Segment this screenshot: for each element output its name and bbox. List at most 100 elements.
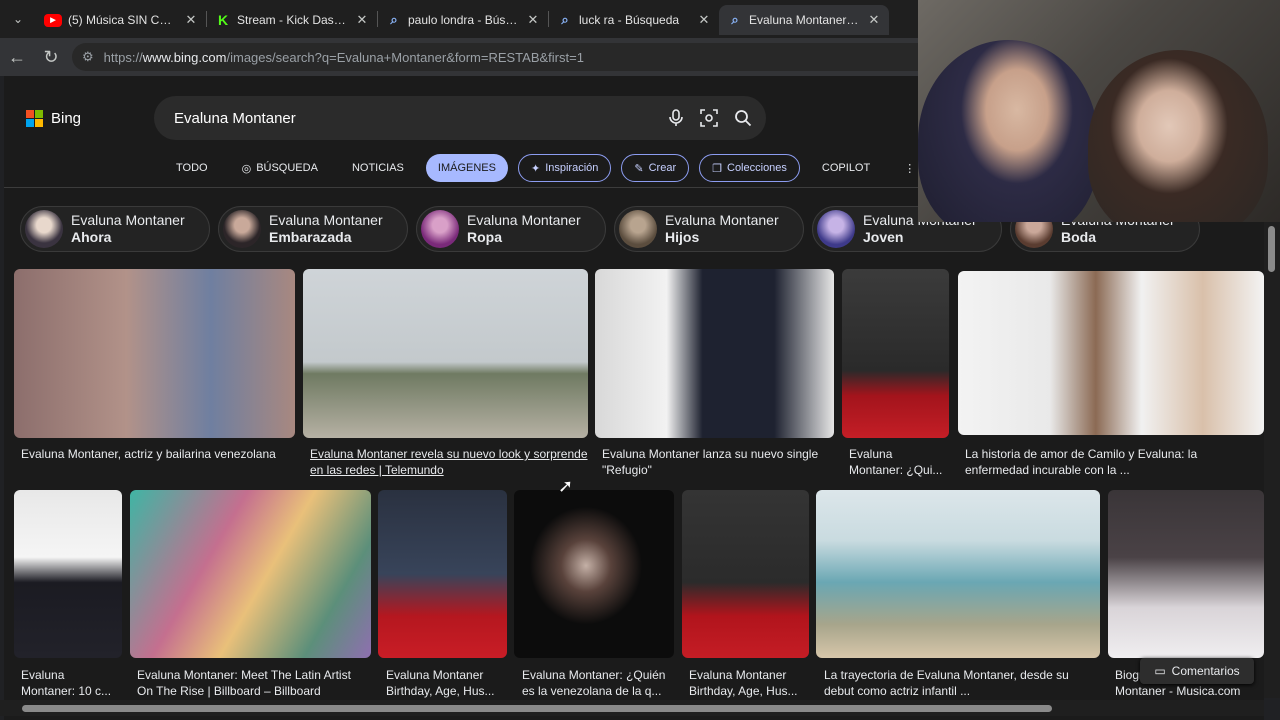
image-result[interactable]: [958, 271, 1264, 435]
chip-thumbnail: [619, 210, 657, 248]
back-button[interactable]: ←: [0, 40, 34, 74]
visual-search-icon[interactable]: [700, 109, 718, 127]
search-icon[interactable]: [734, 109, 752, 127]
image-caption[interactable]: Evaluna Montaner lanza su nuevo single "…: [602, 446, 832, 478]
copilot-search-icon: ◎: [241, 162, 252, 175]
image-result[interactable]: [816, 490, 1100, 658]
search-icon: ⌕: [731, 12, 739, 27]
mouse-cursor-icon: ➚: [558, 476, 574, 496]
image-result[interactable]: [682, 490, 809, 658]
search-input[interactable]: Evaluna Montaner: [154, 96, 766, 140]
image-caption[interactable]: Evaluna Montaner: 10 c...: [21, 667, 121, 699]
scope-all[interactable]: TODO: [164, 154, 220, 182]
arrow-left-icon: ←: [8, 46, 26, 67]
chip-line2: Hijos: [665, 229, 700, 245]
image-caption[interactable]: Evaluna Montaner, actriz y bailarina ven…: [21, 446, 296, 462]
image-result[interactable]: [130, 490, 371, 658]
search-icon: ⌕: [561, 12, 569, 27]
tab-title: Evaluna Montaner - Búsqueda: [749, 13, 861, 27]
chat-bubble-icon: ▭: [1154, 664, 1166, 678]
scope-label: NOTICIAS: [351, 162, 404, 174]
tab-title: luck ra - Búsqueda: [579, 13, 680, 27]
horizontal-scrollbar[interactable]: [0, 700, 1264, 716]
browser-tab[interactable]: ▶ (5) Música SIN Copyright ✕: [36, 5, 206, 35]
image-caption[interactable]: Evaluna Montaner Birthday, Age, Hus...: [689, 667, 809, 699]
inspiration-button[interactable]: ✦ Inspiración: [517, 154, 612, 182]
chip-line2: Embarazada: [269, 229, 352, 245]
kick-icon: K: [215, 12, 231, 28]
image-result[interactable]: [378, 490, 507, 658]
image-result[interactable]: [595, 269, 834, 438]
chip-thumbnail: [421, 210, 459, 248]
tab-title: paulo londra - Búsqueda: [408, 13, 520, 27]
scope-label: Crear: [648, 162, 677, 174]
close-icon[interactable]: ✕: [867, 12, 881, 28]
vertical-scrollbar[interactable]: [1264, 222, 1280, 698]
feedback-button[interactable]: ▭ Comentarios: [1140, 658, 1254, 684]
image-result[interactable]: [514, 490, 674, 658]
browser-tab[interactable]: ⌕ paulo londra - Búsqueda ✕: [378, 5, 548, 35]
image-result[interactable]: [842, 269, 949, 438]
image-caption[interactable]: Evaluna Montaner revela su nuevo look y …: [310, 446, 590, 478]
browser-tab[interactable]: ⌕ luck ra - Búsqueda ✕: [549, 5, 719, 35]
tab-title: (5) Música SIN Copyright: [68, 13, 178, 27]
chip-line1: Evaluna Montaner: [71, 212, 185, 228]
microsoft-logo-icon: [26, 110, 43, 127]
create-button[interactable]: ✎ Crear: [621, 154, 690, 182]
collections-icon: ❐: [712, 162, 722, 175]
logo-text: Bing: [51, 110, 82, 127]
image-caption[interactable]: Evaluna Montaner Birthday, Age, Hus...: [386, 667, 506, 699]
related-chip[interactable]: Evaluna Montaner Hijos: [614, 206, 804, 252]
scope-label: Inspiración: [545, 162, 599, 174]
related-chip[interactable]: Evaluna Montaner Ropa: [416, 206, 606, 252]
url-text: https://www.bing.com/images/search?q=Eva…: [104, 50, 584, 65]
collections-button[interactable]: ❐ Colecciones: [699, 154, 800, 182]
chip-thumbnail: [223, 210, 261, 248]
image-result[interactable]: [14, 269, 295, 438]
scope-label: BÚSQUEDA: [256, 162, 318, 174]
search-scopes: TODO ◎ BÚSQUEDA NOTICIAS IMÁGENES ✦ Inspir…: [164, 154, 941, 182]
image-result[interactable]: [14, 490, 122, 658]
person-left-image: [918, 40, 1098, 222]
webcam-overlay: [918, 0, 1280, 222]
close-icon[interactable]: ✕: [697, 12, 711, 28]
chip-line1: Evaluna Montaner: [467, 212, 581, 228]
scope-search[interactable]: ◎ BÚSQUEDA: [230, 154, 330, 182]
chip-line1: Evaluna Montaner: [269, 212, 383, 228]
scrollbar-thumb[interactable]: [1268, 226, 1275, 272]
scope-copilot[interactable]: COPILOT: [810, 154, 882, 182]
scope-images[interactable]: IMÁGENES: [425, 154, 508, 182]
scope-news[interactable]: NOTICIAS: [340, 154, 416, 182]
tab-search-button[interactable]: ⌄: [0, 0, 36, 38]
browser-tab[interactable]: K Stream - Kick Dashboard ✕: [207, 5, 377, 35]
person-right-image: [1088, 50, 1268, 222]
image-caption[interactable]: Evaluna Montaner: ¿Qui...: [849, 446, 949, 478]
site-info-icon[interactable]: ⚙: [82, 49, 94, 65]
image-caption[interactable]: La historia de amor de Camilo y Evaluna:…: [965, 446, 1255, 478]
feedback-label: Comentarios: [1171, 664, 1240, 678]
image-caption[interactable]: Evaluna Montaner: ¿Quién es la venezolan…: [522, 667, 672, 699]
chip-line2: Ahora: [71, 229, 112, 245]
chevron-down-icon: ⌄: [12, 12, 24, 26]
bing-logo[interactable]: Bing: [26, 110, 81, 127]
image-caption[interactable]: Evaluna Montaner: Meet The Latin Artist …: [137, 667, 369, 699]
related-chip[interactable]: Evaluna Montaner Embarazada: [218, 206, 408, 252]
chip-line2: Boda: [1061, 229, 1096, 245]
scrollbar-thumb[interactable]: [22, 705, 1052, 712]
scope-label: TODO: [176, 162, 208, 174]
browser-tab-active[interactable]: ⌕ Evaluna Montaner - Búsqueda ✕: [719, 5, 889, 35]
chip-thumbnail: [817, 210, 855, 248]
image-caption[interactable]: La trayectoria de Evaluna Montaner, desd…: [824, 667, 1094, 699]
close-icon[interactable]: ✕: [355, 12, 369, 28]
close-icon[interactable]: ✕: [526, 12, 540, 28]
chip-thumbnail: [25, 210, 63, 248]
related-chip[interactable]: Evaluna Montaner Ahora: [20, 206, 210, 252]
close-icon[interactable]: ✕: [184, 12, 198, 28]
microphone-icon[interactable]: [668, 109, 684, 127]
chip-line1: Evaluna Montaner: [665, 212, 779, 228]
url-path: /images/search?q=Evaluna+Montaner&form=R…: [226, 49, 584, 65]
search-query: Evaluna Montaner: [174, 109, 296, 127]
reload-button[interactable]: ↻: [34, 40, 68, 74]
image-result[interactable]: [303, 269, 588, 438]
image-result[interactable]: [1108, 490, 1264, 658]
